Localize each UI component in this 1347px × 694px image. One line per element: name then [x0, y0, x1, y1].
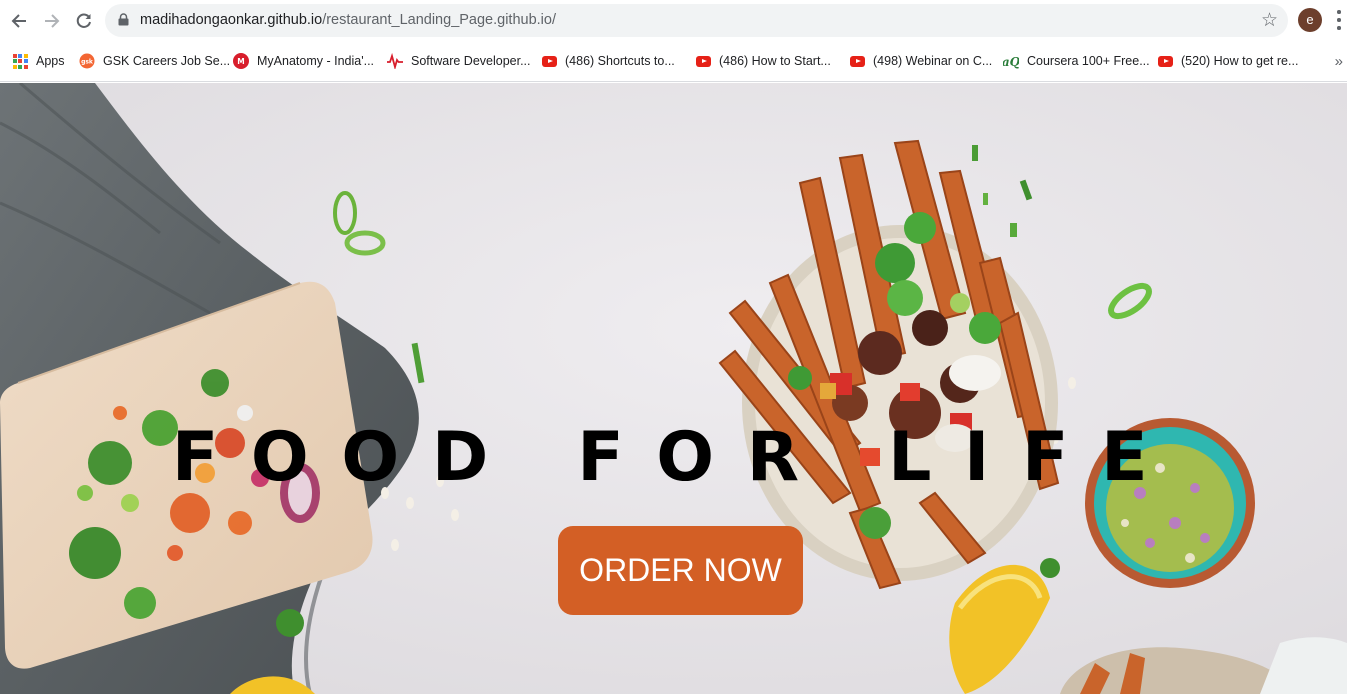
bookmark-youtube-webinar[interactable]: (498) Webinar on C...: [849, 51, 992, 71]
back-arrow-icon[interactable]: [6, 8, 32, 34]
bookmark-gsk[interactable]: gsk GSK Careers Job Se...: [79, 51, 230, 71]
more-bookmarks-chevron-icon[interactable]: »: [1335, 53, 1343, 70]
youtube-icon: [1157, 53, 1173, 69]
bookmark-label: MyAnatomy - India'...: [257, 54, 375, 68]
bookmark-apps[interactable]: Apps: [12, 51, 65, 71]
bookmark-youtube-shortcuts[interactable]: (486) Shortcuts to...: [541, 51, 675, 71]
bookmark-label: (486) Shortcuts to...: [565, 54, 675, 68]
bookmark-software-developer[interactable]: Software Developer...: [387, 51, 531, 71]
bookmark-coursera[interactable]: aQ Coursera 100+ Free...: [1003, 51, 1150, 71]
coursera-icon: aQ: [1003, 53, 1019, 69]
svg-text:aQ: aQ: [1003, 55, 1019, 69]
pulse-icon: [387, 53, 403, 69]
browser-menu-icon[interactable]: [1333, 8, 1345, 32]
bookmark-label: (486) How to Start...: [719, 54, 831, 68]
bookmark-label: Coursera 100+ Free...: [1027, 54, 1150, 68]
youtube-icon: [541, 53, 557, 69]
bookmark-star-icon[interactable]: ☆: [1261, 9, 1278, 32]
bookmark-youtube-how-to-start[interactable]: (486) How to Start...: [695, 51, 831, 71]
youtube-icon: [849, 53, 865, 69]
profile-avatar[interactable]: e: [1298, 8, 1322, 32]
url-path: /restaurant_Landing_Page.github.io/: [322, 12, 556, 28]
bookmark-youtube-how-to-get[interactable]: (520) How to get re...: [1157, 51, 1298, 71]
gsk-icon: gsk: [79, 53, 95, 69]
browser-toolbar: madihadongaonkar.github.io/restaurant_La…: [0, 0, 1347, 41]
bookmark-label: Apps: [36, 54, 65, 68]
address-bar[interactable]: madihadongaonkar.github.io/restaurant_La…: [105, 4, 1288, 37]
bookmark-label: (520) How to get re...: [1181, 54, 1299, 68]
myanatomy-icon: M: [233, 53, 249, 69]
svg-text:gsk: gsk: [81, 59, 94, 66]
bookmark-label: (498) Webinar on C...: [873, 54, 993, 68]
bookmark-label: GSK Careers Job Se...: [103, 54, 231, 68]
forward-arrow-icon[interactable]: [39, 8, 65, 34]
order-now-button[interactable]: ORDER NOW: [558, 526, 803, 615]
apps-grid-icon: [12, 53, 28, 69]
svg-text:M: M: [237, 57, 244, 66]
reload-icon[interactable]: [71, 8, 97, 34]
lock-icon: [118, 13, 129, 26]
bookmarks-bar: Apps gsk GSK Careers Job Se... M MyAnato…: [0, 41, 1347, 82]
url-domain: madihadongaonkar.github.io: [140, 12, 323, 28]
url-text[interactable]: madihadongaonkar.github.io/restaurant_La…: [140, 12, 556, 28]
bookmark-label: Software Developer...: [411, 54, 531, 68]
youtube-icon: [695, 53, 711, 69]
hero-section: FOOD FOR LIFE ORDER NOW: [0, 83, 1347, 694]
hero-title: FOOD FOR LIFE: [171, 418, 1181, 497]
bookmark-myanatomy[interactable]: M MyAnatomy - India'...: [233, 51, 374, 71]
